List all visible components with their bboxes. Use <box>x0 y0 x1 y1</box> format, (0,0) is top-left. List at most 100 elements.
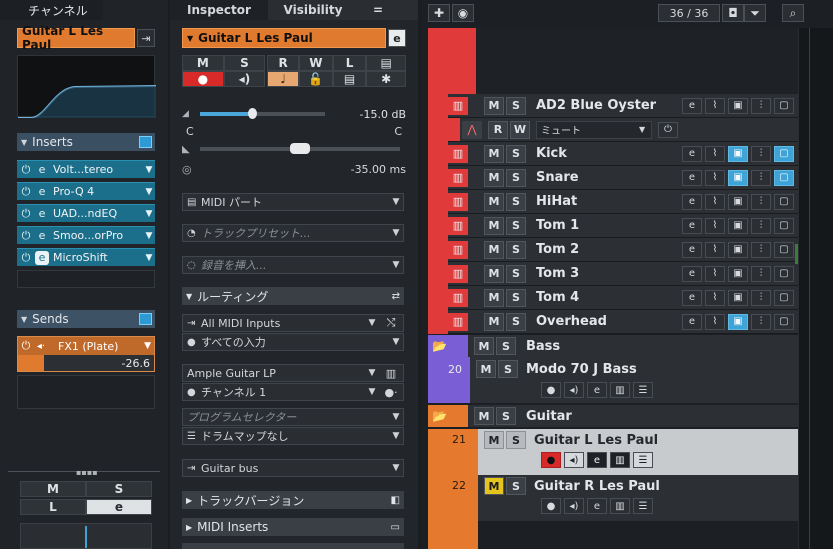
filter-icon[interactable]: ⏷ <box>744 4 766 22</box>
eq-icon[interactable]: ⫶ <box>751 97 771 114</box>
sends-section-header[interactable]: ▼ Sends <box>17 310 155 328</box>
sends-icon[interactable]: ▢ <box>774 169 794 186</box>
midi-channel-selector[interactable]: ● チャンネル 1 ▼ ●· <box>182 383 404 401</box>
track-versions-section-header[interactable]: ▶ トラックバージョン ◧ <box>182 491 404 509</box>
volume-handle[interactable] <box>248 108 257 119</box>
tab-inspector[interactable]: Inspector <box>170 0 268 20</box>
solo-button[interactable]: S <box>86 481 152 497</box>
chevron-down-icon[interactable]: ▼ <box>365 318 379 328</box>
edit-icon[interactable]: e <box>682 313 702 330</box>
edit-icon[interactable]: e <box>682 169 702 186</box>
chevron-down-icon[interactable]: ▼ <box>144 341 151 351</box>
eq-icon[interactable]: ⫶ <box>751 217 771 234</box>
chevron-down-icon[interactable]: ▼ <box>143 209 155 219</box>
eq-icon[interactable]: ⫶ <box>751 241 771 258</box>
edit-icon[interactable]: e <box>35 207 49 221</box>
midi-part-selector[interactable]: ▤ MIDI パート ▼ <box>182 193 404 211</box>
mute-button[interactable]: M <box>182 55 224 71</box>
insert-slot-5[interactable]: ⏻ e MicroShift ▼ <box>17 248 155 266</box>
track-preset-selector[interactable]: ◔ トラックプリセット... ▼ <box>182 224 404 242</box>
record-enable-button[interactable]: ● <box>541 498 561 514</box>
program-selector[interactable]: プログラムセレクター ▼ <box>182 408 404 426</box>
insert-slot-4[interactable]: ⏻ e Smoo...orPro ▼ <box>17 226 155 244</box>
edit-icon[interactable]: e <box>682 217 702 234</box>
edit-icon[interactable]: e <box>587 498 607 514</box>
monitor-icon[interactable]: ◂) <box>564 382 584 398</box>
insert-slot-2[interactable]: ⏻ e Pro-Q 4 ▼ <box>17 182 155 200</box>
inspector-track-name[interactable]: ▼ Guitar L Les Paul <box>182 28 386 48</box>
lock-lane-button[interactable]: L <box>332 55 367 71</box>
mute-button[interactable]: M <box>484 312 504 331</box>
mute-button[interactable]: M <box>484 96 504 115</box>
record-enable-button[interactable]: ● <box>182 71 224 87</box>
midi-input-selector[interactable]: ⇥ All MIDI Inputs ▼ ⤭ <box>182 314 404 332</box>
chevron-down-icon[interactable]: ▼ <box>389 412 403 422</box>
sends-icon[interactable]: ▢ <box>774 217 794 234</box>
channel-track-name[interactable]: Guitar L Les Paul <box>17 24 135 52</box>
power-icon[interactable]: ⏻ <box>658 121 678 138</box>
chevron-down-icon[interactable]: ▼ <box>389 431 403 441</box>
power-icon[interactable]: ⏻ <box>19 229 33 243</box>
automation-lane[interactable]: ⋀ R W ミュート ▼ ⏻ <box>448 118 798 142</box>
power-icon[interactable]: ⏻ <box>18 339 34 353</box>
shuffle-icon[interactable]: ⤭ <box>379 316 403 330</box>
tab-channel[interactable]: チャンネル <box>0 0 103 20</box>
chevron-down-icon[interactable]: ▼ <box>365 368 379 378</box>
inserts-icon[interactable]: ▣ <box>728 313 748 330</box>
mute-button[interactable]: M <box>484 431 504 449</box>
solo-button[interactable]: S <box>506 431 526 449</box>
solo-button[interactable]: S <box>506 144 526 163</box>
mute-button[interactable]: M <box>20 481 86 497</box>
edit-instrument-icon[interactable]: e <box>388 29 406 47</box>
solo-button[interactable]: S <box>223 55 266 71</box>
chevron-down-icon[interactable]: ▼ <box>389 260 403 270</box>
channel-fader-area[interactable] <box>20 523 152 549</box>
chevron-down-icon[interactable]: ▼ <box>639 125 651 134</box>
track-row-bass[interactable]: 20 M S Modo 70 J Bass ● ◂) e ▥ ☰ <box>428 357 798 403</box>
solo-button[interactable]: S <box>506 192 526 211</box>
project-timeline-area[interactable] <box>795 28 833 549</box>
eq-icon[interactable]: ⫶ <box>751 169 771 186</box>
add-track-icon[interactable]: ✚ <box>428 4 450 22</box>
write-automation-button[interactable]: W <box>510 120 530 139</box>
automation-icon[interactable]: ⌇ <box>705 193 725 210</box>
tab-visibility[interactable]: Visibility <box>268 0 358 20</box>
inserts-icon[interactable]: ▣ <box>728 145 748 162</box>
pan-handle[interactable] <box>290 143 310 154</box>
track-row-guitar-r[interactable]: 22 M S Guitar R Les Paul ● ◂) e ▥ ☰ <box>428 475 798 521</box>
track-row[interactable]: ▥ M S Tom 2 e ⌇ ▣ ⫶ ▢ <box>448 238 798 262</box>
send-slot-empty[interactable] <box>17 375 155 409</box>
edit-icon[interactable]: e <box>682 265 702 282</box>
mute-button[interactable]: M <box>484 168 504 187</box>
power-icon[interactable]: ⏻ <box>19 251 33 265</box>
chevron-down-icon[interactable]: ▼ <box>389 228 403 238</box>
eq-icon[interactable]: ⫶ <box>751 289 771 306</box>
chevron-down-icon[interactable]: ▼ <box>389 463 403 473</box>
inserts-icon[interactable]: ▣ <box>728 169 748 186</box>
inspector-menu-icon[interactable]: = <box>358 0 398 20</box>
automation-icon[interactable]: ⌇ <box>705 145 725 162</box>
track-row-guitar-l-selected[interactable]: 21 M S Guitar L Les Paul ● ◂) e ▥ ☰ <box>428 429 798 475</box>
lanes-icon[interactable]: ☰ <box>633 498 653 514</box>
track-row[interactable]: ▥ M S HiHat e ⌇ ▣ ⫶ ▢ <box>448 190 798 214</box>
inserts-bypass-icon[interactable] <box>139 136 152 148</box>
automation-parameter-selector[interactable]: ミュート ▼ <box>536 120 652 139</box>
automation-icon[interactable]: ⌇ <box>705 265 725 282</box>
sends-icon[interactable]: ▢ <box>774 97 794 114</box>
read-automation-button[interactable]: R <box>267 55 299 71</box>
mute-button[interactable]: M <box>484 192 504 211</box>
edit-channel-button[interactable]: e <box>86 499 152 515</box>
track-row[interactable]: ▥ M S Tom 1 e ⌇ ▣ ⫶ ▢ <box>448 214 798 238</box>
inserts-icon[interactable]: ▣ <box>728 265 748 282</box>
settings-asterisk-icon[interactable]: ✱ <box>366 71 407 87</box>
edit-icon[interactable]: e <box>682 97 702 114</box>
eq-icon[interactable]: ⫶ <box>751 193 771 210</box>
track-row[interactable]: ▥ M S Snare e ⌇ ▣ ⫶ ▢ <box>448 166 798 190</box>
mute-button[interactable]: M <box>474 407 494 425</box>
sends-icon[interactable]: ▢ <box>774 265 794 282</box>
solo-button[interactable]: S <box>506 312 526 331</box>
power-icon[interactable]: ⏻ <box>19 163 33 177</box>
lanes-icon[interactable]: ☰ <box>633 382 653 398</box>
automation-icon[interactable]: ⌇ <box>705 169 725 186</box>
automation-icon[interactable]: ⌇ <box>705 97 725 114</box>
